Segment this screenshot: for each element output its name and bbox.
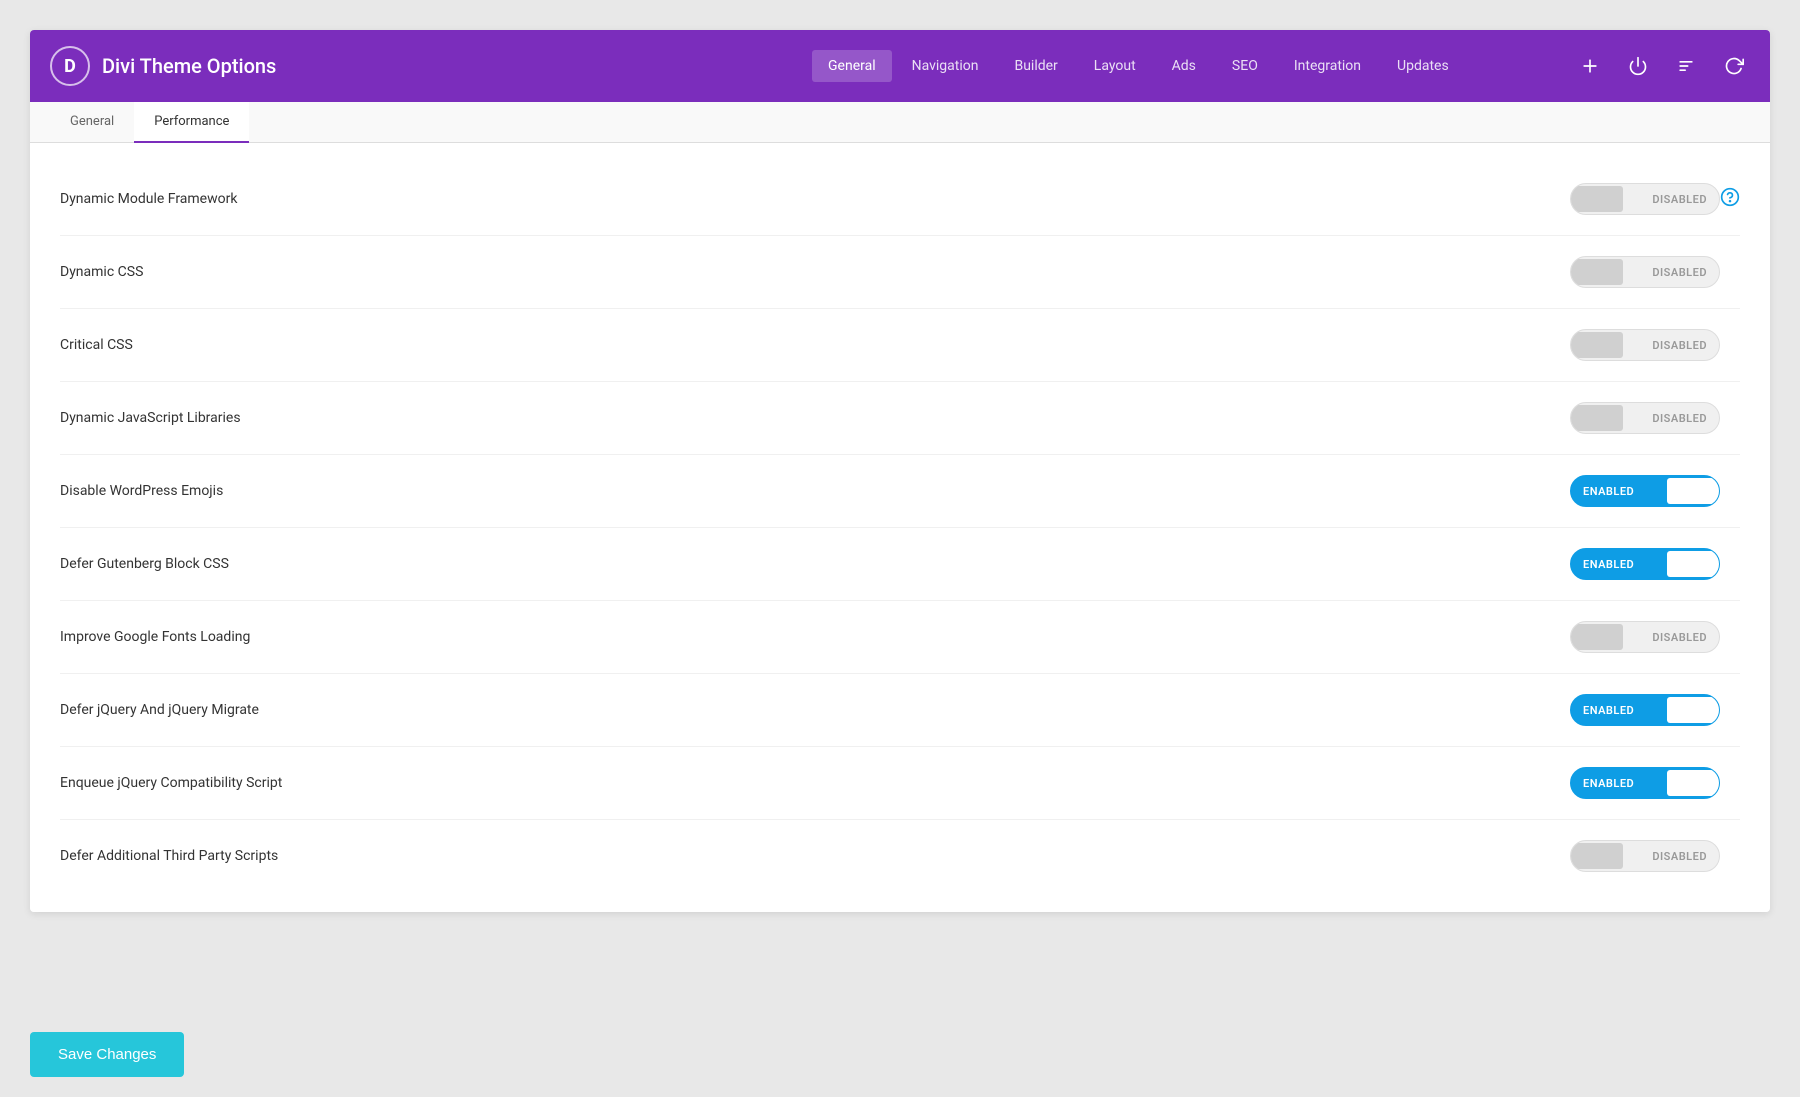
main-nav: GeneralNavigationBuilderLayoutAdsSEOInte… bbox=[812, 50, 1574, 82]
add-icon[interactable] bbox=[1574, 50, 1606, 82]
setting-row-dynamic-javascript-libraries: Dynamic JavaScript Libraries DISABLED bbox=[60, 382, 1740, 455]
toggle-container-enqueue-jquery-compatibility-script: ENABLED bbox=[1570, 767, 1720, 799]
nav-tab-builder[interactable]: Builder bbox=[998, 50, 1073, 82]
panel-header: D Divi Theme Options GeneralNavigationBu… bbox=[30, 30, 1770, 102]
logo-icon: D bbox=[50, 46, 90, 86]
toggle-state-label-improve-google-fonts-loading: DISABLED bbox=[1640, 631, 1719, 644]
setting-row-dynamic-module-framework: Dynamic Module Framework DISABLED bbox=[60, 163, 1740, 236]
nav-tab-navigation[interactable]: Navigation bbox=[896, 50, 995, 82]
content-area: Dynamic Module FrameworkDISABLEDDynamic … bbox=[30, 143, 1770, 912]
setting-label-dynamic-javascript-libraries: Dynamic JavaScript Libraries bbox=[60, 410, 1570, 426]
setting-label-improve-google-fonts-loading: Improve Google Fonts Loading bbox=[60, 629, 1570, 645]
toggle-dynamic-javascript-libraries[interactable]: DISABLED bbox=[1570, 402, 1720, 434]
help-icon[interactable] bbox=[1720, 187, 1740, 212]
nav-tab-updates[interactable]: Updates bbox=[1381, 50, 1465, 82]
sub-tabs: GeneralPerformance bbox=[30, 102, 1770, 143]
toggle-container-dynamic-css: DISABLED bbox=[1570, 256, 1720, 288]
toggle-container-defer-jquery-and-jquery-migrate: ENABLED bbox=[1570, 694, 1720, 726]
setting-label-defer-jquery-and-jquery-migrate: Defer jQuery And jQuery Migrate bbox=[60, 702, 1570, 718]
toggle-handle-improve-google-fonts-loading bbox=[1571, 624, 1623, 650]
toggle-state-label-dynamic-css: DISABLED bbox=[1640, 266, 1719, 279]
setting-label-disable-wordpress-emojis: Disable WordPress Emojis bbox=[60, 483, 1570, 499]
toggle-container-dynamic-javascript-libraries: DISABLED bbox=[1570, 402, 1720, 434]
setting-row-enqueue-jquery-compatibility-script: Enqueue jQuery Compatibility ScriptENABL… bbox=[60, 747, 1740, 820]
header-actions bbox=[1574, 50, 1750, 82]
setting-row-critical-css: Critical CSS DISABLED bbox=[60, 309, 1740, 382]
save-changes-button[interactable]: Save Changes bbox=[30, 1032, 184, 1077]
toggle-state-label-disable-wordpress-emojis: ENABLED bbox=[1571, 485, 1646, 498]
setting-row-dynamic-css: Dynamic CSS DISABLED bbox=[60, 236, 1740, 309]
toggle-handle-disable-wordpress-emojis bbox=[1667, 478, 1719, 504]
toggle-defer-gutenberg-block-css[interactable]: ENABLED bbox=[1570, 548, 1720, 580]
toggle-state-label-critical-css: DISABLED bbox=[1640, 339, 1719, 352]
panel-title: Divi Theme Options bbox=[102, 54, 276, 78]
toggle-state-label-defer-jquery-and-jquery-migrate: ENABLED bbox=[1571, 704, 1646, 717]
nav-tab-layout[interactable]: Layout bbox=[1078, 50, 1152, 82]
toggle-container-dynamic-module-framework: DISABLED bbox=[1570, 183, 1720, 215]
toggle-handle-enqueue-jquery-compatibility-script bbox=[1667, 770, 1719, 796]
sub-tab-performance[interactable]: Performance bbox=[134, 102, 249, 143]
toggle-defer-jquery-and-jquery-migrate[interactable]: ENABLED bbox=[1570, 694, 1720, 726]
setting-row-disable-wordpress-emojis: Disable WordPress EmojisENABLED bbox=[60, 455, 1740, 528]
toggle-disable-wordpress-emojis[interactable]: ENABLED bbox=[1570, 475, 1720, 507]
setting-label-defer-additional-third-party-scripts: Defer Additional Third Party Scripts bbox=[60, 848, 1570, 864]
setting-row-defer-jquery-and-jquery-migrate: Defer jQuery And jQuery MigrateENABLED bbox=[60, 674, 1740, 747]
toggle-improve-google-fonts-loading[interactable]: DISABLED bbox=[1570, 621, 1720, 653]
setting-label-critical-css: Critical CSS bbox=[60, 337, 1570, 353]
toggle-handle-defer-additional-third-party-scripts bbox=[1571, 843, 1623, 869]
toggle-handle-critical-css bbox=[1571, 332, 1623, 358]
nav-tab-seo[interactable]: SEO bbox=[1216, 50, 1274, 82]
logo-area: D Divi Theme Options bbox=[50, 46, 812, 86]
toggle-state-label-defer-gutenberg-block-css: ENABLED bbox=[1571, 558, 1646, 571]
toggle-enqueue-jquery-compatibility-script[interactable]: ENABLED bbox=[1570, 767, 1720, 799]
setting-label-defer-gutenberg-block-css: Defer Gutenberg Block CSS bbox=[60, 556, 1570, 572]
nav-tab-general[interactable]: General bbox=[812, 50, 892, 82]
toggle-critical-css[interactable]: DISABLED bbox=[1570, 329, 1720, 361]
sub-tab-general[interactable]: General bbox=[50, 102, 134, 143]
toggle-handle-defer-jquery-and-jquery-migrate bbox=[1667, 697, 1719, 723]
toggle-container-critical-css: DISABLED bbox=[1570, 329, 1720, 361]
power-icon[interactable] bbox=[1622, 50, 1654, 82]
toggle-state-label-dynamic-module-framework: DISABLED bbox=[1640, 193, 1719, 206]
refresh-icon[interactable] bbox=[1718, 50, 1750, 82]
toggle-container-improve-google-fonts-loading: DISABLED bbox=[1570, 621, 1720, 653]
sort-icon[interactable] bbox=[1670, 50, 1702, 82]
setting-row-defer-gutenberg-block-css: Defer Gutenberg Block CSSENABLED bbox=[60, 528, 1740, 601]
setting-label-enqueue-jquery-compatibility-script: Enqueue jQuery Compatibility Script bbox=[60, 775, 1570, 791]
setting-row-improve-google-fonts-loading: Improve Google Fonts Loading DISABLED bbox=[60, 601, 1740, 674]
toggle-container-defer-additional-third-party-scripts: DISABLED bbox=[1570, 840, 1720, 872]
toggle-defer-additional-third-party-scripts[interactable]: DISABLED bbox=[1570, 840, 1720, 872]
toggle-state-label-dynamic-javascript-libraries: DISABLED bbox=[1640, 412, 1719, 425]
toggle-handle-dynamic-javascript-libraries bbox=[1571, 405, 1623, 431]
nav-tab-integration[interactable]: Integration bbox=[1278, 50, 1377, 82]
nav-tab-ads[interactable]: Ads bbox=[1156, 50, 1212, 82]
toggle-dynamic-module-framework[interactable]: DISABLED bbox=[1570, 183, 1720, 215]
toggle-state-label-enqueue-jquery-compatibility-script: ENABLED bbox=[1571, 777, 1646, 790]
toggle-handle-dynamic-css bbox=[1571, 259, 1623, 285]
footer: Save Changes bbox=[0, 1012, 1800, 1097]
toggle-container-disable-wordpress-emojis: ENABLED bbox=[1570, 475, 1720, 507]
toggle-handle-defer-gutenberg-block-css bbox=[1667, 551, 1719, 577]
toggle-state-label-defer-additional-third-party-scripts: DISABLED bbox=[1640, 850, 1719, 863]
setting-label-dynamic-module-framework: Dynamic Module Framework bbox=[60, 191, 1570, 207]
toggle-container-defer-gutenberg-block-css: ENABLED bbox=[1570, 548, 1720, 580]
toggle-handle-dynamic-module-framework bbox=[1571, 186, 1623, 212]
setting-row-defer-additional-third-party-scripts: Defer Additional Third Party Scripts DISA… bbox=[60, 820, 1740, 892]
toggle-dynamic-css[interactable]: DISABLED bbox=[1570, 256, 1720, 288]
setting-label-dynamic-css: Dynamic CSS bbox=[60, 264, 1570, 280]
